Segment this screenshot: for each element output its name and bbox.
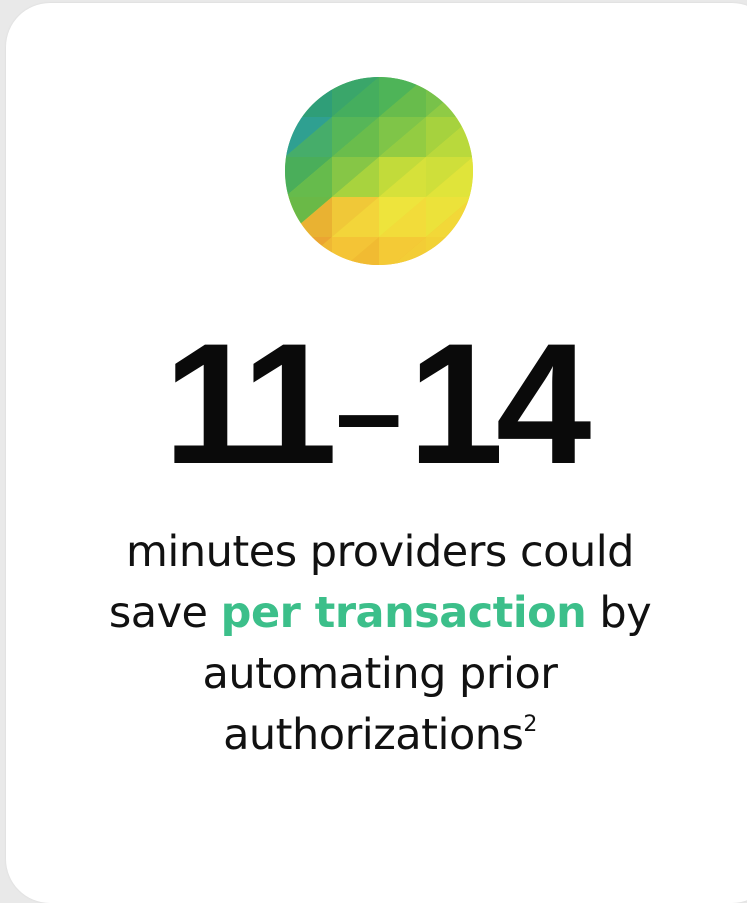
description-line-2: save per transaction by <box>0 583 747 644</box>
stat-description: minutes providers could save per transac… <box>0 522 747 766</box>
triangle-mosaic-logo-icon <box>285 77 473 265</box>
description-line-4-text: authorizations <box>223 710 524 760</box>
description-line-2-prefix: save <box>108 588 221 638</box>
stat-dash: – <box>335 345 403 479</box>
stat-value: 11–14 <box>0 318 747 490</box>
footnote-marker: 2 <box>523 712 537 737</box>
description-highlight: per transaction <box>220 588 587 638</box>
description-line-3: automating prior <box>202 649 558 699</box>
stat-start: 11 <box>163 308 338 500</box>
description-line-4: authorizations2 <box>0 705 747 766</box>
description-line-2-suffix: by <box>586 588 652 638</box>
description-line-1: minutes providers could <box>126 527 634 577</box>
stat-end: 14 <box>408 308 591 500</box>
